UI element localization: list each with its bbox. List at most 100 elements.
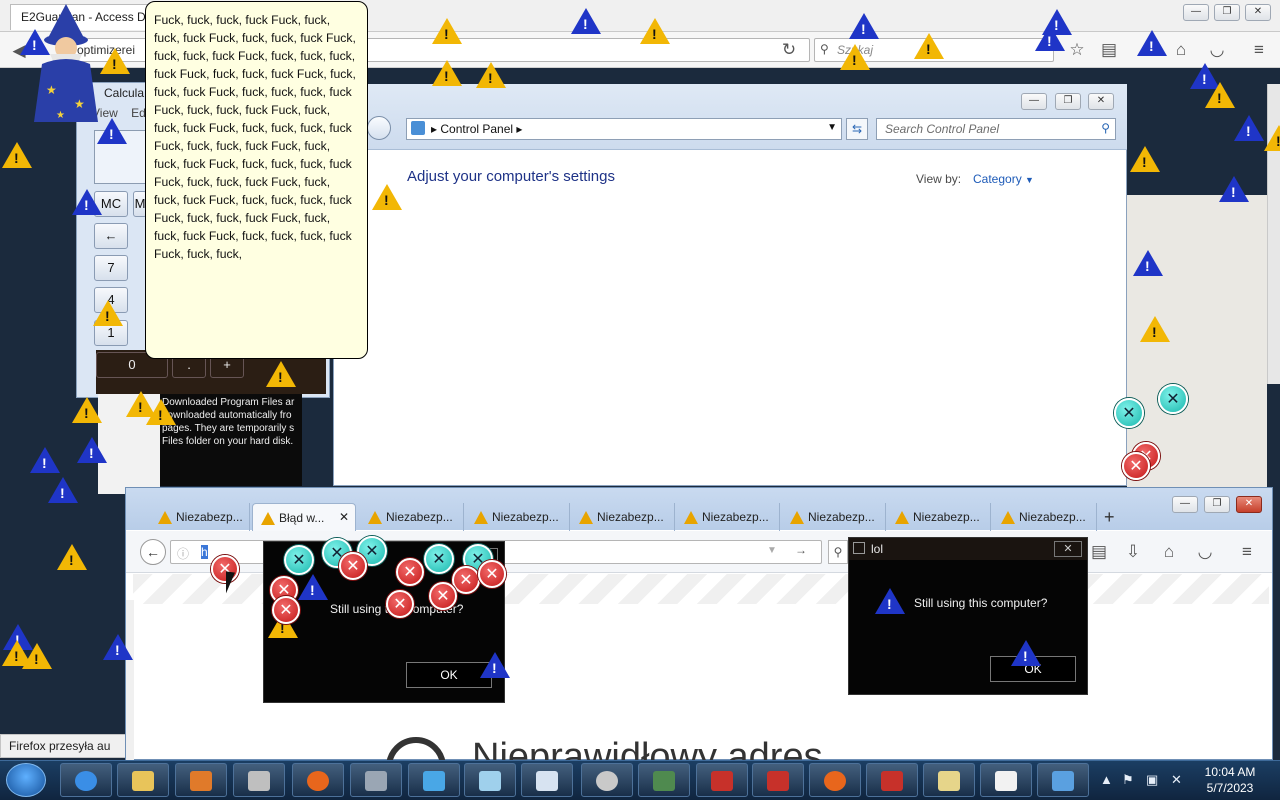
view-by-label: View by: [916,172,962,186]
reload-icon[interactable]: ↻ [778,39,800,61]
control-panel-search[interactable]: Search Control Panel ⚲ [876,118,1116,140]
taskbar-messenger-icon[interactable] [408,763,460,797]
cp-minimize-button[interactable]: — [1021,93,1047,110]
taskbar-firefox-icon[interactable] [292,763,344,797]
minimize-button[interactable]: — [1183,4,1209,21]
info-icon [30,447,60,473]
taskbar-computer-icon[interactable] [350,763,402,797]
menu-hamburger-icon[interactable]: ≡ [1248,39,1270,61]
error-x-icon: ✕ [396,558,424,586]
control-panel-address-bar[interactable]: ▸ Control Panel ▸ ▼ [406,118,842,140]
taskbar-printer-icon[interactable] [923,763,975,797]
clock-time: 10:04 AM [1204,765,1256,779]
breadcrumb: ▸ Control Panel ▸ [431,122,523,136]
maximize-button[interactable]: ❐ [1214,4,1240,21]
warning-icon [790,511,804,524]
tab-niezabezp-7[interactable]: Niezabezp... [887,503,991,531]
taskbar-firefox-icon[interactable] [809,763,861,797]
view-by-dropdown[interactable]: Category ▼ [973,172,1034,186]
dialog-message: Still using this computer? [914,596,1048,610]
cp-close-button[interactable]: ✕ [1088,93,1114,110]
error-x-cyan-icon: ✕ [424,544,454,574]
warning-icon [93,300,123,326]
reading-list-icon[interactable]: ▤ [1088,541,1110,563]
taskbar-calculator-icon[interactable] [521,763,573,797]
error-x-icon: ✕ [429,582,457,610]
tab-blad-active[interactable]: Błąd w... ✕ [252,503,356,531]
warning-icon [158,511,172,524]
pocket-icon[interactable]: ◡ [1206,39,1228,61]
info-icon [77,437,107,463]
fg-maximize-button[interactable]: ❐ [1204,496,1230,513]
warning-icon [840,44,870,70]
scrollbar[interactable] [126,600,134,760]
tab-niezabezp-2[interactable]: Niezabezp... [360,503,464,531]
taskbar-notepad-icon[interactable] [464,763,516,797]
url-text: h [201,545,208,559]
warning-icon [474,511,488,524]
search-icon[interactable]: ⚲ [828,540,848,564]
warning-icon [579,511,593,524]
taskbar-document-icon[interactable] [980,763,1032,797]
cp-maximize-button[interactable]: ❐ [1055,93,1081,110]
taskbar-monitor-icon[interactable] [638,763,690,797]
taskbar-clock[interactable]: 10:04 AM 5/7/2023 [1198,764,1262,796]
info-icon [875,588,905,614]
home-icon[interactable]: ⌂ [1170,39,1192,61]
bookmark-star-icon[interactable]: ☆ [1066,39,1088,61]
taskbar-media-player-icon[interactable] [175,763,227,797]
history-dropdown-icon[interactable]: ▼ [767,545,777,556]
taskbar-explorer-icon[interactable] [117,763,169,797]
tab-niezabezp-1[interactable]: Niezabezp... [150,503,250,531]
pocket-icon[interactable]: ◡ [1194,541,1216,563]
tab-niezabezp-8[interactable]: Niezabezp... [993,503,1097,531]
warning-icon [1264,125,1280,151]
tab-niezabezp-6[interactable]: Niezabezp... [782,503,886,531]
volume-muted-icon[interactable]: ✕ [1171,772,1182,788]
tab-close-icon[interactable]: ✕ [339,510,349,524]
warning-icon [914,33,944,59]
taskbar-app-icon[interactable] [233,763,285,797]
tab-niezabezp-3[interactable]: Niezabezp... [466,503,570,531]
address-dropdown-icon[interactable]: ▼ [827,122,837,133]
fg-minimize-button[interactable]: — [1172,496,1198,513]
info-circle-icon[interactable]: ⓘ [177,545,189,562]
close-button[interactable]: ✕ [1245,4,1271,21]
error-x-icon: ✕ [1122,452,1150,480]
tab-niezabezp-5[interactable]: Niezabezp... [676,503,780,531]
new-tab-button[interactable]: + [1104,507,1115,528]
taskbar-toolbox-icon[interactable] [752,763,804,797]
wizard-character-icon[interactable]: ★ ★ ★ [26,4,106,126]
control-panel-icon [411,121,425,135]
calc-7-button[interactable]: 7 [94,255,128,281]
calc-backspace-button[interactable]: ← [94,223,128,249]
tray-expand-icon[interactable]: ▲ [1100,772,1113,787]
fg-close-button[interactable]: ✕ [1236,496,1262,513]
breadcrumb-control-panel[interactable]: Control Panel [440,122,513,136]
taskbar-toolbox-icon[interactable] [866,763,918,797]
action-center-flag-icon[interactable]: ⚑ [1122,772,1134,788]
cp-back-button[interactable] [367,116,391,140]
dialog-close-button[interactable]: ✕ [1054,541,1082,557]
warning-icon [22,643,52,669]
reading-list-icon[interactable]: ▤ [1098,39,1120,61]
back-arrow-icon[interactable]: ← [140,539,166,565]
refresh-icon[interactable]: ⇆ [846,118,868,140]
taskbar-control-panel-icon[interactable] [1037,763,1089,797]
network-icon[interactable]: ▣ [1146,772,1158,788]
taskbar-ie-icon[interactable] [60,763,112,797]
svg-text:★: ★ [46,83,57,97]
tab-label: Błąd w... [279,511,325,525]
menu-hamburger-icon[interactable]: ≡ [1236,541,1258,563]
start-button[interactable] [6,763,46,797]
calculator-title: Calcula [104,86,145,100]
go-arrow-icon[interactable]: → [795,543,807,557]
tab-niezabezp-4[interactable]: Niezabezp... [571,503,675,531]
warning-icon [432,18,462,44]
home-icon[interactable]: ⌂ [1158,541,1180,563]
app-icon [853,542,865,554]
error-x-icon: ✕ [272,596,300,624]
taskbar-toolbox-icon[interactable] [696,763,748,797]
taskbar-app-icon[interactable] [581,763,633,797]
download-icon[interactable]: ⇩ [1122,541,1144,563]
